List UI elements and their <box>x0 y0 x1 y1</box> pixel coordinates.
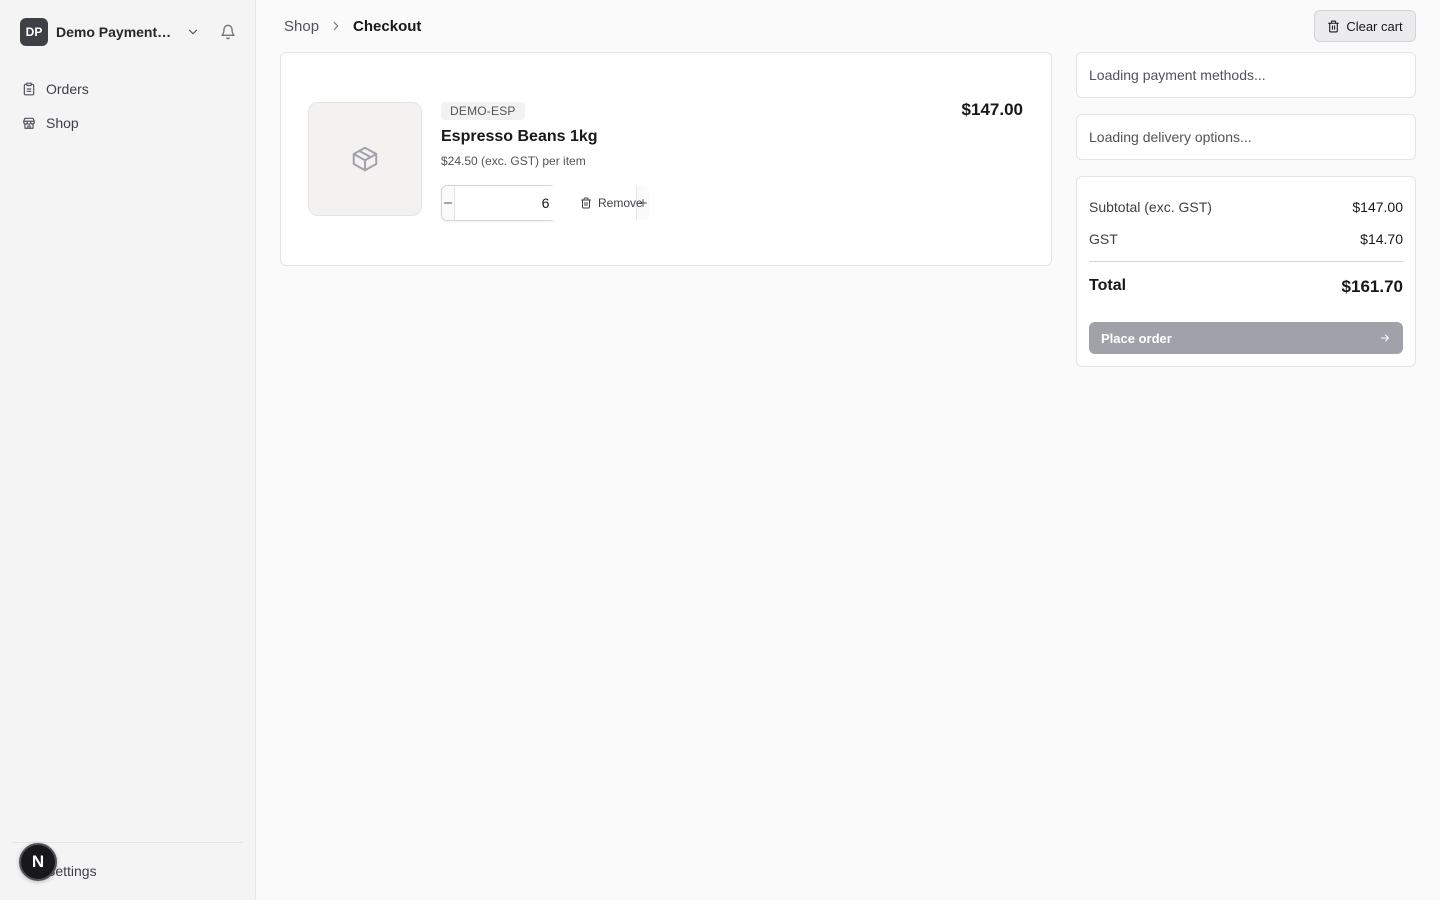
subtotal-label: Subtotal (exc. GST) <box>1089 199 1212 215</box>
page-title: Checkout <box>353 17 422 35</box>
org-name: Demo Payments Pty Ltd <box>56 24 176 40</box>
bell-icon[interactable] <box>220 24 236 40</box>
decrease-quantity-button[interactable] <box>442 186 455 220</box>
trash-icon <box>581 197 591 209</box>
gst-value: $14.70 <box>1360 231 1403 247</box>
order-summary: Subtotal (exc. GST) $147.00 GST $14.70 T… <box>1076 176 1416 367</box>
org-avatar: DP <box>20 18 48 46</box>
breadcrumb-shop-link[interactable]: Shop <box>284 18 319 35</box>
summary-divider <box>1089 261 1403 262</box>
chevron-down-icon[interactable] <box>186 25 200 39</box>
total-row: Total $161.70 <box>1089 277 1403 297</box>
arrow-right-icon <box>1381 334 1389 342</box>
line-total: $147.00 <box>961 100 1023 119</box>
trash-icon <box>1328 20 1340 32</box>
chevron-right-icon <box>333 21 339 31</box>
place-order-button[interactable]: Place order <box>1089 322 1403 354</box>
sidebar-item-label: Shop <box>46 115 79 131</box>
payment-methods-panel: Loading payment methods... <box>1076 52 1416 98</box>
gst-row: GST $14.70 <box>1089 231 1403 247</box>
total-label: Total <box>1089 277 1127 294</box>
cart-item-card: DEMO-ESP Espresso Beans 1kg $24.50 (exc.… <box>280 52 1052 266</box>
product-thumbnail <box>308 102 422 216</box>
delivery-options-panel: Loading delivery options... <box>1076 114 1416 160</box>
clear-cart-button[interactable]: Clear cart <box>1314 10 1416 42</box>
subtotal-row: Subtotal (exc. GST) $147.00 <box>1089 199 1403 215</box>
package-icon <box>352 146 378 172</box>
sidebar-item-label: Orders <box>46 81 89 97</box>
sidebar-item-orders[interactable]: Orders <box>20 72 236 106</box>
remove-label: Remove <box>598 196 643 210</box>
assistant-fab[interactable]: N <box>19 843 57 881</box>
total-value: $161.70 <box>1341 277 1403 296</box>
quantity-stepper <box>441 185 649 221</box>
sidebar-divider <box>12 842 243 843</box>
org-switcher[interactable]: DP Demo Payments Pty Ltd <box>20 18 236 46</box>
minus-icon <box>444 202 452 204</box>
store-icon <box>23 117 35 129</box>
clipboard-icon <box>23 82 35 96</box>
sidebar: DP Demo Payments Pty Ltd Orders Shop Set… <box>0 0 256 900</box>
gst-label: GST <box>1089 231 1118 247</box>
product-name: Espresso Beans 1kg <box>441 128 598 145</box>
subtotal-value: $147.00 <box>1352 199 1403 215</box>
clear-cart-label: Clear cart <box>1346 18 1403 34</box>
sku-badge: DEMO-ESP <box>441 102 525 120</box>
remove-item-button[interactable]: Remove <box>580 194 643 212</box>
place-order-label: Place order <box>1101 330 1172 346</box>
sidebar-nav: Orders Shop <box>20 72 236 140</box>
breadcrumb: Shop Checkout <box>284 15 421 37</box>
unit-price: $24.50 (exc. GST) per item <box>441 154 586 168</box>
sidebar-item-shop[interactable]: Shop <box>20 106 236 140</box>
